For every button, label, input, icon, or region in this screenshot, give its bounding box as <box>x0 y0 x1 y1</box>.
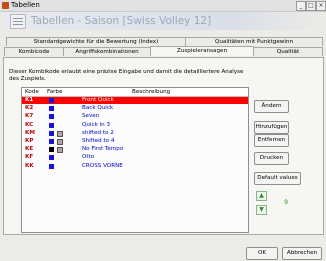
header-description: Beschreibung <box>132 89 171 95</box>
row-code: KK <box>25 162 34 169</box>
close-button[interactable]: × <box>316 1 326 11</box>
remove-button[interactable]: Entfernen <box>254 134 289 147</box>
table-row[interactable]: KF Otto <box>22 154 248 161</box>
tab-qualitaeten-punktgewinn[interactable]: Qualitäten mit Punktgewinn <box>185 37 323 46</box>
tab-kombicode[interactable]: Kombicode <box>4 47 64 56</box>
move-up-icon[interactable]: ▲ <box>256 191 267 201</box>
header-color: Farbe <box>47 89 63 95</box>
change-button[interactable]: Ändern <box>254 100 289 113</box>
description-text: Dieser Kombikode erlaubt eine präzise Ei… <box>9 69 244 82</box>
header-code: Kode <box>25 89 39 95</box>
table-row[interactable]: KE No First Tempo <box>22 146 248 154</box>
color-swatch <box>49 163 54 169</box>
print-button[interactable]: Drucken <box>254 152 289 165</box>
table-icon <box>10 14 26 29</box>
row-description: CROSS VORNE <box>82 162 123 169</box>
secondary-color-swatch <box>57 147 63 154</box>
maximize-button[interactable]: □ <box>306 1 316 11</box>
cancel-button[interactable]: Abbrechen <box>282 247 322 260</box>
item-count: 9 <box>284 199 288 206</box>
minimize-button[interactable]: _ <box>296 1 306 11</box>
table-row[interactable]: KC Quick in 3 <box>22 122 248 129</box>
row-description: Front Quick <box>82 97 114 103</box>
color-swatch <box>49 139 54 144</box>
window-title: Tabellen <box>11 1 40 9</box>
table-row[interactable]: K2 Back Quick <box>22 105 248 112</box>
ok-button[interactable]: OK <box>246 247 278 260</box>
row-code: KP <box>25 138 34 144</box>
tab-zuspieleransagen[interactable]: Zuspieleransagen <box>150 46 254 56</box>
row-code: K1 <box>25 97 34 103</box>
table-row[interactable]: KM shifted to 2 <box>22 130 248 137</box>
table-row[interactable]: K1 Front Quick <box>22 97 248 104</box>
tab-angriffskombinationen[interactable]: Angriffskombinationen <box>63 47 151 56</box>
row-code: K2 <box>25 105 34 112</box>
row-code: KC <box>25 121 34 128</box>
default-values-button[interactable]: Default values <box>254 172 301 185</box>
app-icon <box>2 2 9 9</box>
row-description: Otto <box>82 154 95 161</box>
secondary-color-swatch <box>57 139 63 145</box>
color-swatch <box>49 114 54 120</box>
color-swatch <box>49 130 54 136</box>
move-down-icon[interactable]: ▼ <box>256 205 267 215</box>
tabellen-window: Tabellen _ □ × Tabellen - Saison [Swiss … <box>0 0 326 261</box>
color-swatch <box>49 147 54 153</box>
title-bar: Tabellen _ □ × <box>0 0 326 12</box>
row-description: Shifted to 4 <box>82 138 115 144</box>
add-button[interactable]: Hinzufügen <box>254 121 289 134</box>
tab-qualitaet[interactable]: Qualität <box>253 47 323 56</box>
row-description: shifted to 2 <box>82 129 114 136</box>
row-code: K7 <box>25 113 34 120</box>
row-code: KE <box>25 146 34 153</box>
row-code: KF <box>25 154 34 161</box>
table-row[interactable]: K7 Seven <box>22 113 248 120</box>
color-swatch <box>49 155 54 161</box>
color-swatch <box>49 98 54 103</box>
tab-standardgewichte[interactable]: Standardgewichte für die Bewertung (Inde… <box>6 37 186 46</box>
color-swatch <box>49 106 54 112</box>
row-description: Back Quick <box>82 105 114 112</box>
list-header: Kode Farbe Beschreibung <box>22 88 248 97</box>
table-row[interactable]: KK CROSS VORNE <box>22 163 248 170</box>
row-description: Quick in 3 <box>82 121 111 128</box>
header-banner: Tabellen - Saison [Swiss Volley 12] <box>4 12 326 30</box>
page-title: Tabellen - Saison [Swiss Volley 12] <box>31 15 212 27</box>
table-row[interactable]: KP Shifted to 4 <box>22 138 248 145</box>
row-description: No First Tempo <box>82 146 124 153</box>
secondary-color-swatch <box>57 130 63 137</box>
color-swatch <box>49 122 54 128</box>
kombicode-list[interactable]: Kode Farbe Beschreibung K1 Front Quick K2 B… <box>21 87 249 233</box>
row-description: Seven <box>82 113 100 120</box>
row-code: KM <box>25 129 35 136</box>
